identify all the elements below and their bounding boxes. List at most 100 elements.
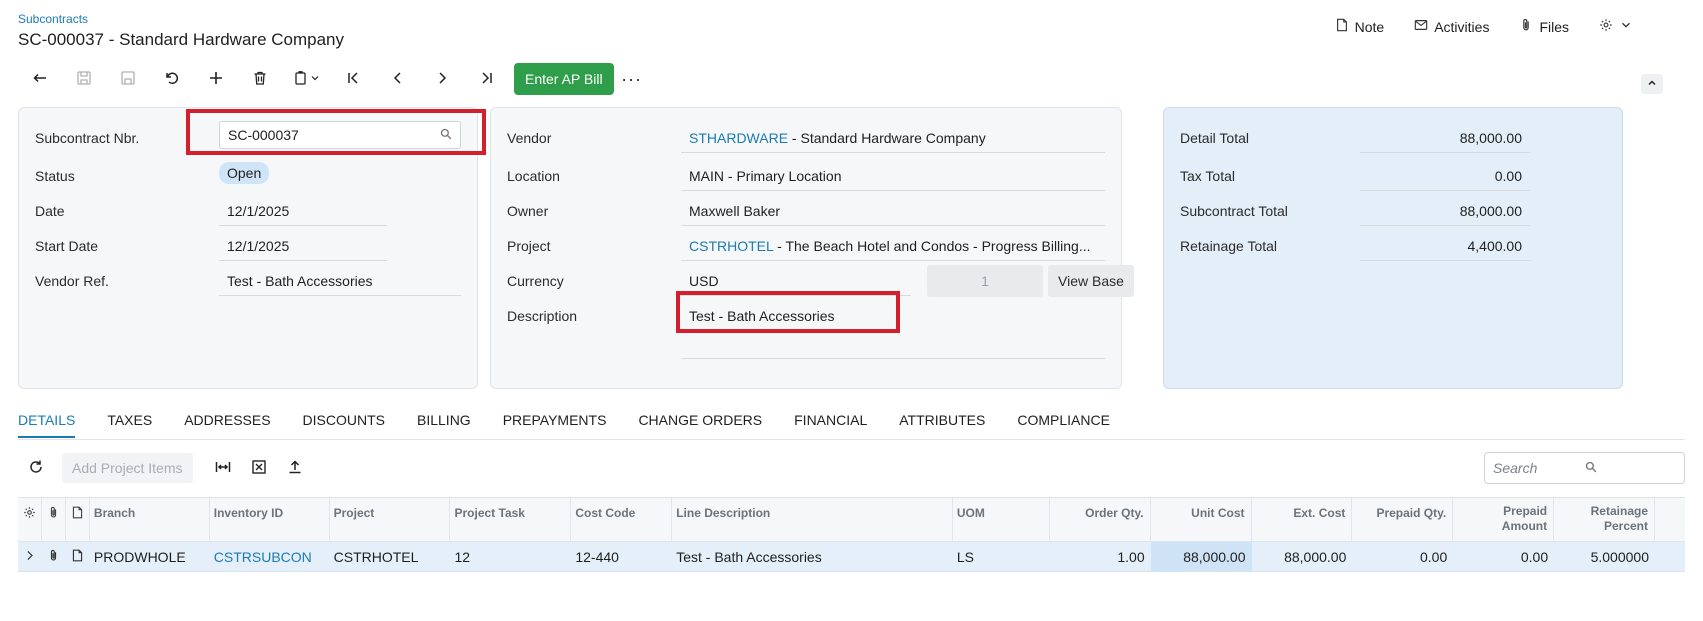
retainage-total-value: 4,400.00 xyxy=(1360,229,1530,261)
cell-uom[interactable]: LS xyxy=(953,542,1050,571)
collapse-header-button[interactable] xyxy=(1641,74,1663,94)
chevron-left-icon xyxy=(390,70,406,89)
row-note-button[interactable] xyxy=(66,542,90,571)
project-link[interactable]: CSTRHOTEL xyxy=(689,238,773,254)
subcontract-nbr-label: Subcontract Nbr. xyxy=(35,130,140,146)
cell-prepaid-qty[interactable]: 0.00 xyxy=(1352,542,1453,571)
note-button[interactable]: Note xyxy=(1335,18,1385,35)
grid-header: Branch Inventory ID Project Project Task… xyxy=(18,497,1685,542)
tab-discounts[interactable]: DISCOUNTS xyxy=(303,412,385,438)
chevron-right-icon xyxy=(434,70,450,89)
tab-financial[interactable]: FINANCIAL xyxy=(794,412,867,438)
add-project-items-button[interactable]: Add Project Items xyxy=(62,453,193,483)
date-field[interactable]: 12/1/2025 xyxy=(219,194,387,226)
attachments-column-header xyxy=(42,498,66,541)
expand-row-button[interactable] xyxy=(18,542,42,571)
cell-prepaid-amount[interactable]: 0.00 xyxy=(1453,542,1554,571)
cell-ext-cost[interactable]: 88,000.00 xyxy=(1252,542,1353,571)
tab-compliance[interactable]: COMPLIANCE xyxy=(1017,412,1110,438)
cell-unit-cost[interactable]: 88,000.00 xyxy=(1150,542,1252,571)
cell-retainage-percent[interactable]: 5.000000 xyxy=(1554,542,1655,571)
files-button[interactable]: Files xyxy=(1519,18,1569,35)
tab-prepayments[interactable]: PREPAYMENTS xyxy=(503,412,607,438)
location-field[interactable]: MAIN - Primary Location xyxy=(681,159,1105,191)
detail-total-label: Detail Total xyxy=(1180,130,1250,146)
cell-project-task[interactable]: 12 xyxy=(450,542,571,571)
tab-details[interactable]: DETAILS xyxy=(18,412,76,438)
start-date-field[interactable]: 12/1/2025 xyxy=(219,229,387,261)
currency-label: Currency xyxy=(507,273,564,289)
view-base-button[interactable]: View Base xyxy=(1048,265,1134,297)
column-header-prepaid-qty[interactable]: Prepaid Qty. xyxy=(1352,498,1454,541)
tax-total-value: 0.00 xyxy=(1360,159,1530,191)
column-header-unit-cost[interactable]: Unit Cost xyxy=(1151,498,1252,541)
vendor-ref-field[interactable]: Test - Bath Accessories xyxy=(219,264,461,296)
previous-record-button[interactable] xyxy=(376,62,420,96)
chevron-right-icon xyxy=(23,549,36,571)
settings-menu-button[interactable] xyxy=(1599,18,1633,35)
undo-button[interactable] xyxy=(150,62,194,96)
column-header-order-qty[interactable]: Order Qty. xyxy=(1050,498,1151,541)
chevron-down-icon xyxy=(309,71,321,87)
cell-inventory-id-link[interactable]: CSTRSUBCON xyxy=(210,542,330,571)
column-header-branch[interactable]: Branch xyxy=(90,498,210,541)
column-header-prepaid-amount[interactable]: Prepaid Amount xyxy=(1453,498,1555,541)
vendor-field[interactable]: STHARDWARE - Standard Hardware Company xyxy=(681,121,1105,153)
column-header-project-task[interactable]: Project Task xyxy=(450,498,572,541)
status-value: Open xyxy=(219,162,270,184)
activities-button[interactable]: Activities xyxy=(1414,18,1489,35)
column-header-cost-code[interactable]: Cost Code xyxy=(571,498,673,541)
tab-change-orders[interactable]: CHANGE ORDERS xyxy=(638,412,762,438)
cell-branch[interactable]: PRODWHOLE xyxy=(90,542,210,571)
refresh-button[interactable] xyxy=(18,452,54,484)
fit-columns-button[interactable] xyxy=(205,452,241,484)
more-actions-button[interactable]: ··· xyxy=(614,62,650,96)
note-icon xyxy=(1335,18,1349,35)
tab-billing[interactable]: BILLING xyxy=(417,412,471,438)
vendor-label: Vendor xyxy=(507,130,552,146)
project-field[interactable]: CSTRHOTEL - The Beach Hotel and Condos -… xyxy=(681,229,1105,261)
tab-attributes[interactable]: ATTRIBUTES xyxy=(899,412,985,438)
column-header-uom[interactable]: UOM xyxy=(953,498,1050,541)
save-close-button[interactable] xyxy=(62,62,106,96)
back-button[interactable] xyxy=(18,62,62,96)
vendor-link[interactable]: STHARDWARE xyxy=(689,130,788,146)
column-header-retainage-percent[interactable]: Retainage Percent xyxy=(1554,498,1655,541)
export-excel-button[interactable] xyxy=(241,452,277,484)
chevron-up-icon xyxy=(1646,76,1658,92)
copy-paste-menu-button[interactable] xyxy=(282,62,332,96)
cell-line-description[interactable]: Test - Bath Accessories xyxy=(672,542,953,571)
upload-button[interactable] xyxy=(277,452,313,484)
prepaid-amount-header-line2: Amount xyxy=(1501,519,1548,533)
currency-rate-field: 1 xyxy=(927,265,1043,297)
page-title: SC-000037 - Standard Hardware Company xyxy=(18,30,345,49)
column-header-inventory-id[interactable]: Inventory ID xyxy=(210,498,330,541)
column-header-project[interactable]: Project xyxy=(330,498,451,541)
activities-label: Activities xyxy=(1434,18,1490,35)
plus-icon xyxy=(208,70,224,89)
files-label: Files xyxy=(1539,18,1569,35)
cell-cost-code[interactable]: 12-440 xyxy=(571,542,672,571)
table-row[interactable]: PRODWHOLE CSTRSUBCON CSTRHOTEL 12 12-440… xyxy=(18,542,1685,572)
column-header-ext-cost[interactable]: Ext. Cost xyxy=(1252,498,1353,541)
note-label: Note xyxy=(1354,18,1385,35)
tab-taxes[interactable]: TAXES xyxy=(107,412,152,438)
search-icon xyxy=(1585,460,1677,476)
owner-field[interactable]: Maxwell Baker xyxy=(681,194,1105,226)
save-button[interactable] xyxy=(106,62,150,96)
row-attachments-button[interactable] xyxy=(42,542,66,571)
detail-total-value: 88,000.00 xyxy=(1360,121,1530,153)
last-record-button[interactable] xyxy=(464,62,508,96)
tab-addresses[interactable]: ADDRESSES xyxy=(184,412,270,438)
cell-project[interactable]: CSTRHOTEL xyxy=(330,542,451,571)
cell-order-qty[interactable]: 1.00 xyxy=(1050,542,1151,571)
first-record-button[interactable] xyxy=(332,62,376,96)
delete-button[interactable] xyxy=(238,62,282,96)
column-settings-button[interactable] xyxy=(18,498,42,541)
breadcrumb[interactable]: Subcontracts xyxy=(18,12,88,26)
next-record-button[interactable] xyxy=(420,62,464,96)
enter-ap-bill-button[interactable]: Enter AP Bill xyxy=(514,63,614,95)
grid-search-input[interactable]: Search xyxy=(1484,452,1685,484)
column-header-line-description[interactable]: Line Description xyxy=(672,498,953,541)
add-button[interactable] xyxy=(194,62,238,96)
